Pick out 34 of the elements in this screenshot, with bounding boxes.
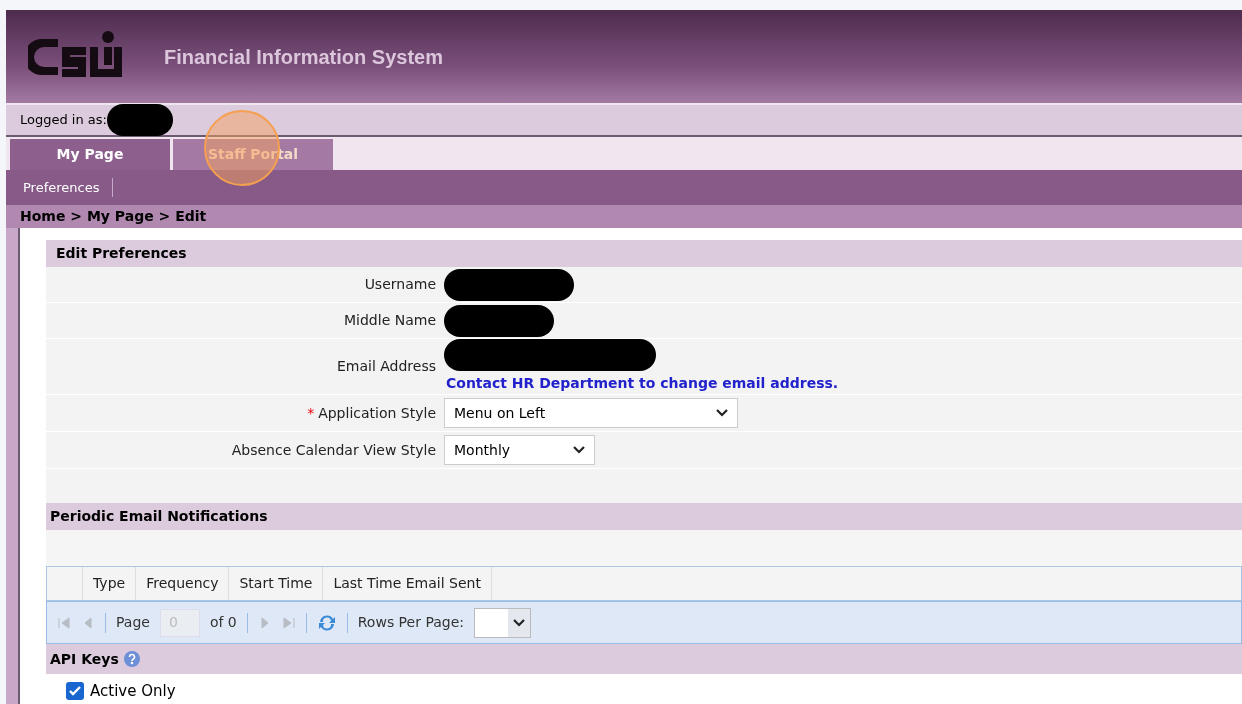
tab[interactable]: My Page [10,139,170,170]
caret-icon [716,409,728,417]
rows-per-page-label: Rows Per Page: [357,613,464,632]
last-page-icon[interactable] [281,615,296,630]
required-asterisk: * [307,404,315,421]
field-label: Application Style [318,404,436,421]
checkbox-label: Active Only [90,681,176,702]
nav-link[interactable]: Preferences [10,177,114,198]
first-page-icon[interactable] [57,615,71,630]
login-label: Logged in as: [20,111,107,130]
page-label: Page [116,613,150,632]
field-label: Username [364,276,436,292]
field-label: Email Address [336,358,436,374]
section-header: API Keys [46,644,1242,674]
field-label: Absence Calendar View Style [231,441,436,458]
column-header[interactable]: Last Time Email Sent [323,567,492,600]
field-label: Middle Name [344,312,436,328]
app-title: Financial Information System [164,44,443,70]
section-header: Edit Preferences [46,240,1242,267]
column-header[interactable]: Type [83,567,137,600]
column-header[interactable]: Frequency [136,567,230,600]
help-icon[interactable] [122,650,141,668]
breadcrumb: Home > My Page > Edit [20,207,207,226]
caret-icon [573,446,585,454]
select-field[interactable]: Monthly [444,435,595,465]
redaction-mark [106,104,173,136]
section-header: Periodic Email Notifications [46,503,1242,530]
checkbox[interactable] [66,682,84,701]
rows-per-page-select[interactable] [474,607,531,638]
select-field[interactable]: Menu on Left [444,398,738,428]
column-header[interactable]: Start Time [229,567,324,600]
page-count: of 0 [209,613,237,632]
contact-link[interactable]: Contact HR Department to change email address. [444,373,839,394]
caret-icon [513,618,525,627]
